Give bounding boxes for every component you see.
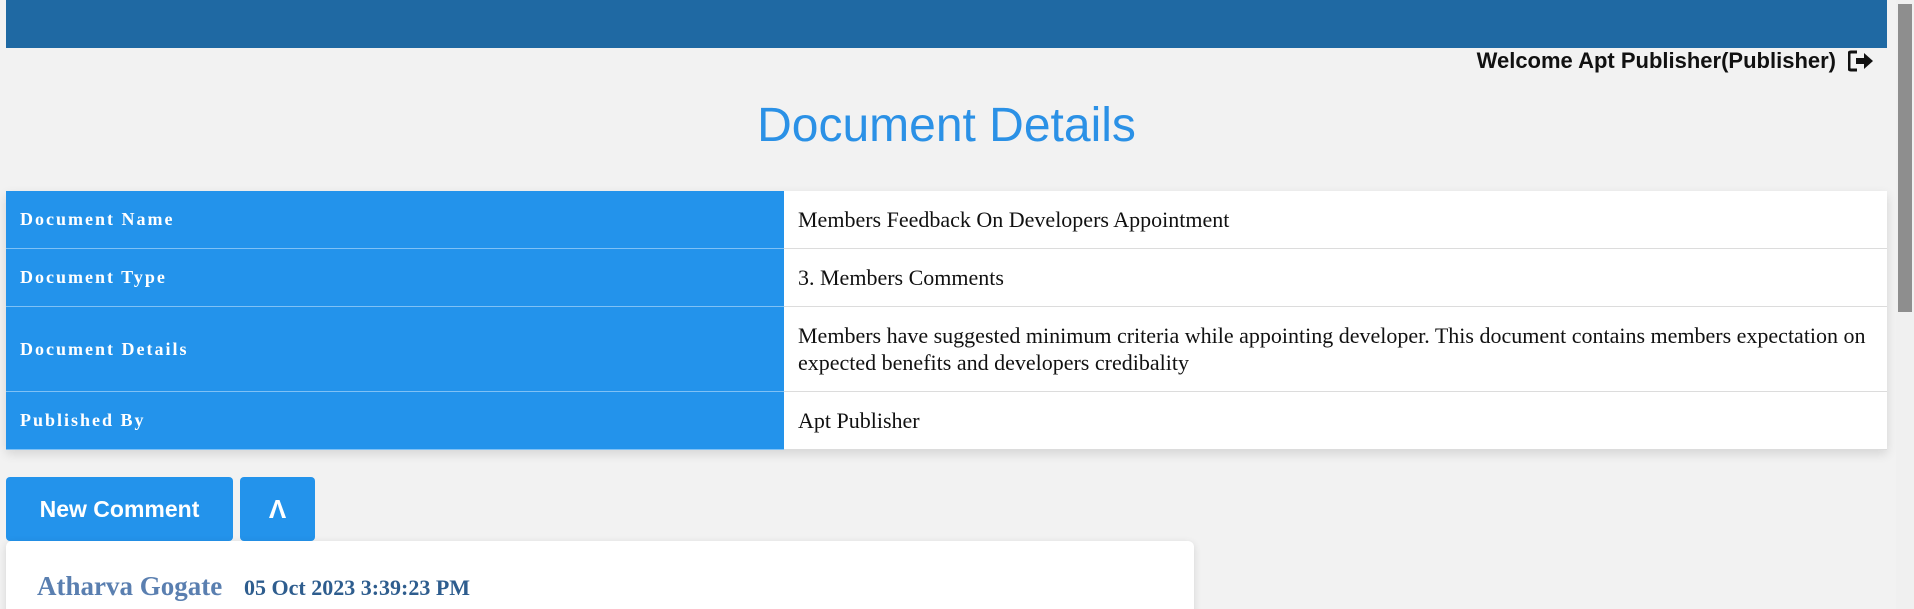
welcome-text: Welcome Apt Publisher(Publisher)	[1476, 48, 1836, 73]
vertical-scrollbar[interactable]	[1896, 0, 1914, 609]
comment-card: Atharva Gogate 05 Oct 2023 3:39:23 PM	[6, 541, 1194, 609]
sign-out-icon[interactable]	[1847, 50, 1874, 72]
row-label: Document Type	[6, 248, 784, 307]
page: Welcome Apt Publisher(Publisher) Documen…	[0, 0, 1914, 609]
new-comment-button[interactable]: New Comment	[6, 477, 233, 541]
row-value: Apt Publisher	[784, 391, 1887, 450]
row-label: Document Name	[6, 191, 784, 249]
row-label: Document Details	[6, 306, 784, 392]
document-details-table: Document Name Members Feedback On Develo…	[6, 191, 1887, 450]
welcome-area: Welcome Apt Publisher(Publisher)	[1477, 48, 1874, 74]
row-value: Members Feedback On Developers Appointme…	[784, 191, 1887, 249]
row-value: Members have suggested minimum criteria …	[784, 306, 1887, 392]
scrollbar-thumb[interactable]	[1898, 4, 1912, 312]
collapse-comments-button[interactable]: Λ	[240, 477, 315, 541]
table-row: Document Type 3. Members Comments	[6, 248, 1887, 307]
comment-author: Atharva Gogate	[37, 571, 223, 601]
table-row: Published By Apt Publisher	[6, 391, 1887, 450]
row-value: 3. Members Comments	[784, 248, 1887, 307]
table-row: Document Name Members Feedback On Develo…	[6, 191, 1887, 249]
page-title: Document Details	[757, 99, 1136, 152]
row-label: Published By	[6, 391, 784, 450]
top-nav-bar	[6, 0, 1887, 48]
table-row: Document Details Members have suggested …	[6, 306, 1887, 392]
comment-timestamp: 05 Oct 2023 3:39:23 PM	[244, 575, 471, 600]
